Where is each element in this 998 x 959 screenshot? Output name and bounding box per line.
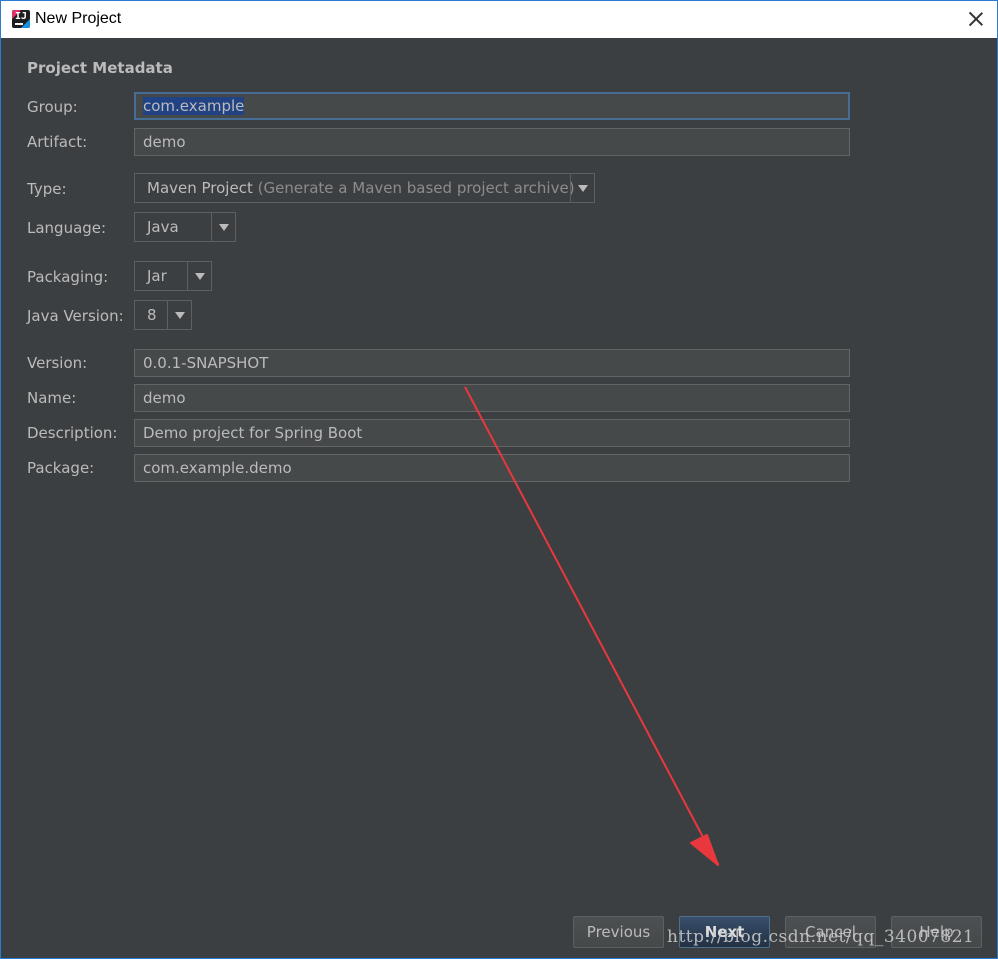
language-label: Language:	[27, 219, 107, 237]
window-title: New Project	[35, 10, 122, 27]
packaging-value: Jar	[147, 267, 167, 285]
artifact-label: Artifact:	[27, 133, 88, 151]
group-value: com.example	[143, 97, 245, 115]
type-label: Type:	[27, 180, 67, 198]
package-field[interactable]: com.example.demo	[134, 454, 850, 482]
description-label: Description:	[27, 424, 118, 442]
packaging-combo[interactable]: Jar	[134, 261, 212, 291]
intellij-app-icon: IJ	[12, 10, 30, 28]
version-label: Version:	[27, 354, 88, 372]
artifact-field[interactable]: demo	[134, 128, 850, 156]
language-combo[interactable]: Java	[134, 212, 236, 242]
version-field[interactable]: 0.0.1-SNAPSHOT	[134, 349, 850, 377]
chevron-down-icon[interactable]	[167, 301, 191, 329]
title-bar: IJ New Project	[1, 1, 997, 38]
previous-button[interactable]: Previous	[573, 916, 664, 948]
java-version-label: Java Version:	[27, 307, 124, 325]
type-combo[interactable]: Maven Project (Generate a Maven based pr…	[134, 173, 595, 203]
section-title: Project Metadata	[27, 59, 173, 77]
group-label: Group:	[27, 98, 78, 116]
type-value: Maven Project	[147, 179, 253, 197]
name-field[interactable]: demo	[134, 384, 850, 412]
java-version-value: 8	[147, 306, 157, 324]
group-field[interactable]: com.example	[134, 92, 850, 120]
language-value: Java	[147, 218, 179, 236]
chevron-down-icon[interactable]	[211, 213, 235, 241]
description-field[interactable]: Demo project for Spring Boot	[134, 419, 850, 447]
packaging-label: Packaging:	[27, 268, 109, 286]
new-project-dialog: IJ New Project Project Metadata Group: c…	[0, 0, 998, 959]
name-label: Name:	[27, 389, 77, 407]
chevron-down-icon[interactable]	[570, 174, 594, 202]
watermark-text: http://blog.csdn.net/qq_34007821	[667, 927, 975, 947]
type-hint: (Generate a Maven based project archive)	[257, 179, 575, 197]
java-version-combo[interactable]: 8	[134, 300, 192, 330]
package-label: Package:	[27, 459, 95, 477]
close-icon[interactable]	[963, 6, 989, 32]
chevron-down-icon[interactable]	[187, 262, 211, 290]
